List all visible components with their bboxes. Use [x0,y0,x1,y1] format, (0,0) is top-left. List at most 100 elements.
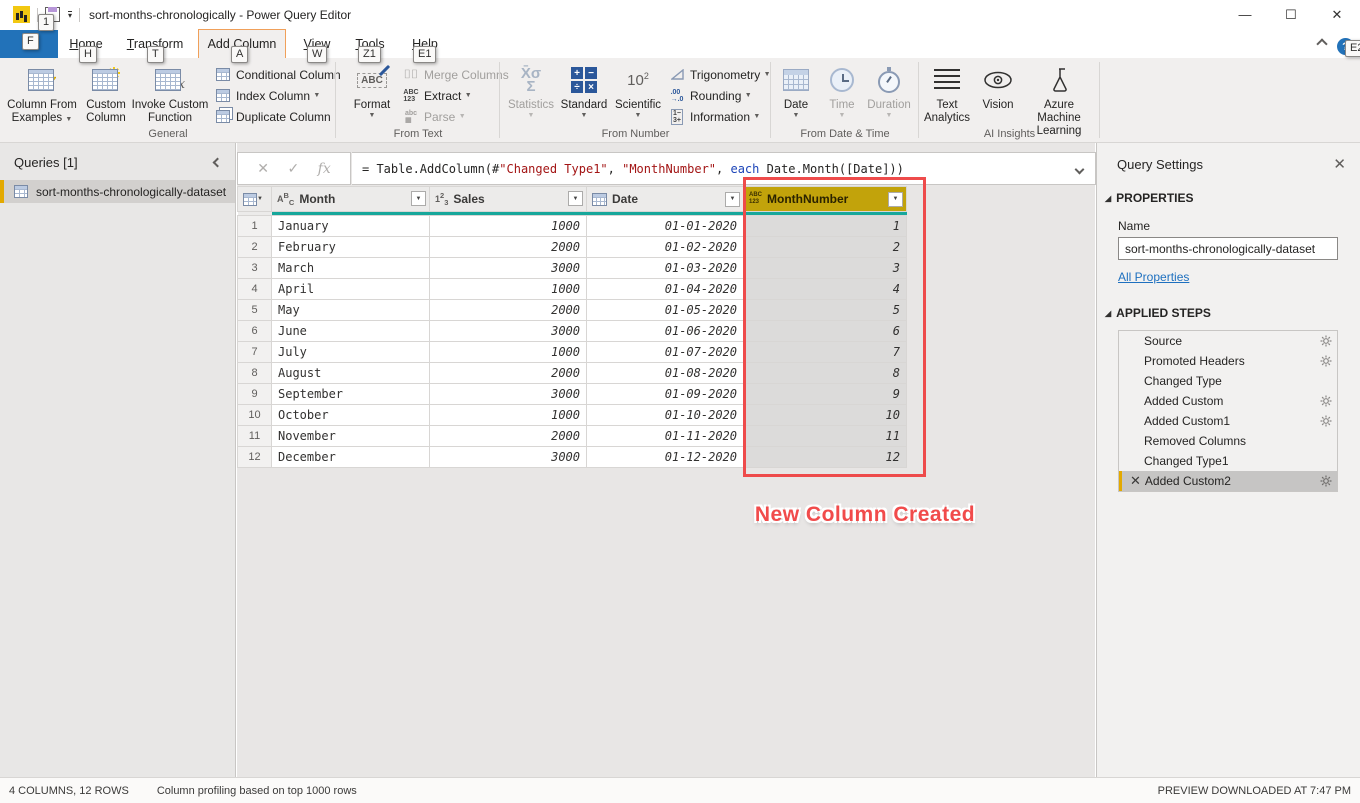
cell-sales[interactable]: 3000 [430,384,587,405]
date-button[interactable]: Date ▼ [775,61,817,119]
expand-formula-bar-icon[interactable] [1075,165,1085,175]
column-header-monthnumber[interactable]: ABC123MonthNumber▼ [744,187,907,212]
cell-sales[interactable]: 2000 [430,237,587,258]
cell-monthnumber[interactable]: 11 [744,426,907,447]
cell-sales[interactable]: 2000 [430,300,587,321]
step-added-custom1[interactable]: Added Custom1 [1119,411,1337,431]
extract-button[interactable]: ABC123 Extract ▼ [402,85,509,106]
cell-sales[interactable]: 1000 [430,216,587,237]
gear-icon[interactable] [1320,335,1332,347]
maximize-button[interactable]: ☐ [1268,0,1314,29]
filter-button[interactable]: ▼ [725,192,740,207]
duplicate-column-button[interactable]: Duplicate Column [214,106,341,127]
format-button[interactable]: ABC Format ▼ [346,61,398,119]
column-header-month[interactable]: ABCMonth▼ [272,187,430,212]
cell-monthnumber[interactable]: 8 [744,363,907,384]
azure-machine-learning-button[interactable]: Azure Machine Learning [1021,61,1097,138]
applied-steps-section-header[interactable]: ◢ APPLIED STEPS [1105,306,1360,320]
cell-monthnumber[interactable]: 3 [744,258,907,279]
cell-month[interactable]: October [272,405,430,426]
column-header-sales[interactable]: 123Sales▼ [430,187,587,212]
cell-monthnumber[interactable]: 1 [744,216,907,237]
column-from-examples-button[interactable]: Column From Examples ▼ [6,61,78,125]
cell-date[interactable]: 01-11-2020 [587,426,744,447]
quick-access-toolbar-dropdown-icon[interactable]: ▾ [68,11,72,19]
trigonometry-button[interactable]: Trigonometry ▼ [668,64,771,85]
invoke-custom-function-button[interactable]: fx Invoke Custom Function [130,61,210,125]
cell-sales[interactable]: 2000 [430,363,587,384]
step-added-custom[interactable]: Added Custom [1119,391,1337,411]
filter-button[interactable]: ▼ [888,192,903,207]
cell-date[interactable]: 01-08-2020 [587,363,744,384]
vision-button[interactable]: Vision [975,61,1021,112]
cell-monthnumber[interactable]: 9 [744,384,907,405]
query-list-item[interactable]: sort-months-chronologically-dataset [0,180,235,203]
cell-date[interactable]: 01-03-2020 [587,258,744,279]
statistics-button[interactable]: X̄σΣ Statistics ▼ [506,61,556,119]
query-name-input[interactable] [1118,237,1338,260]
collapse-queries-pane-icon[interactable] [213,158,223,168]
parse-button[interactable]: abc▦ Parse ▼ [402,106,509,127]
step-changed-type[interactable]: Changed Type [1119,371,1337,391]
cell-month[interactable]: December [272,447,430,468]
rounding-button[interactable]: .00→.0 Rounding ▼ [668,85,771,106]
close-button[interactable]: ✕ [1314,0,1360,29]
fx-icon[interactable]: fx [318,161,331,177]
cell-monthnumber[interactable]: 6 [744,321,907,342]
formula-input[interactable]: = Table.AddColumn(#"Changed Type1", "Mon… [352,152,1096,185]
custom-column-button[interactable]: Custom Column [78,61,134,125]
cell-sales[interactable]: 1000 [430,279,587,300]
cell-month[interactable]: April [272,279,430,300]
cell-sales[interactable]: 2000 [430,426,587,447]
step-source[interactable]: Source [1119,331,1337,351]
cell-sales[interactable]: 1000 [430,405,587,426]
step-removed-columns[interactable]: Removed Columns [1119,431,1337,451]
cell-sales[interactable]: 3000 [430,258,587,279]
cell-date[interactable]: 01-12-2020 [587,447,744,468]
gear-icon[interactable] [1320,355,1332,367]
cell-monthnumber[interactable]: 2 [744,237,907,258]
cell-month[interactable]: January [272,216,430,237]
column-header-date[interactable]: Date▼ [587,187,744,212]
cell-date[interactable]: 01-02-2020 [587,237,744,258]
properties-section-header[interactable]: ◢ PROPERTIES [1105,191,1360,205]
cell-monthnumber[interactable]: 5 [744,300,907,321]
close-panel-icon[interactable]: ✕ [1333,155,1346,173]
gear-icon[interactable] [1320,395,1332,407]
cell-month[interactable]: June [272,321,430,342]
cell-date[interactable]: 01-07-2020 [587,342,744,363]
cell-month[interactable]: May [272,300,430,321]
cell-date[interactable]: 01-05-2020 [587,300,744,321]
cell-sales[interactable]: 1000 [430,342,587,363]
filter-button[interactable]: ▼ [411,191,426,206]
cell-month[interactable]: September [272,384,430,405]
text-analytics-button[interactable]: Text Analytics [921,61,973,125]
step-promoted-headers[interactable]: Promoted Headers [1119,351,1337,371]
cell-month[interactable]: July [272,342,430,363]
cell-sales[interactable]: 3000 [430,321,587,342]
conditional-column-button[interactable]: Conditional Column [214,64,341,85]
scientific-button[interactable]: 102 Scientific ▼ [612,61,664,119]
gear-icon[interactable] [1320,475,1332,487]
cell-date[interactable]: 01-01-2020 [587,216,744,237]
standard-button[interactable]: +−÷× Standard ▼ [558,61,610,119]
cell-month[interactable]: August [272,363,430,384]
step-changed-type1[interactable]: Changed Type1 [1119,451,1337,471]
commit-formula-icon[interactable]: ✓ [287,160,299,177]
all-properties-link[interactable]: All Properties [1118,270,1189,284]
index-column-button[interactable]: Index Column ▼ [214,85,341,106]
cell-month[interactable]: March [272,258,430,279]
duration-button[interactable]: Duration ▼ [863,61,915,119]
cell-monthnumber[interactable]: 10 [744,405,907,426]
step-added-custom2[interactable]: ✕ Added Custom2 [1119,471,1337,491]
cancel-formula-icon[interactable]: ✕ [257,160,269,177]
minimize-button[interactable]: — [1222,0,1268,29]
cell-date[interactable]: 01-06-2020 [587,321,744,342]
select-all-corner[interactable]: ▼ [238,187,272,212]
time-button[interactable]: Time ▼ [821,61,863,119]
information-button[interactable]: 1−3+ Information ▼ [668,106,771,127]
gear-icon[interactable] [1320,415,1332,427]
delete-step-icon[interactable]: ✕ [1130,473,1141,489]
cell-date[interactable]: 01-10-2020 [587,405,744,426]
cell-sales[interactable]: 3000 [430,447,587,468]
